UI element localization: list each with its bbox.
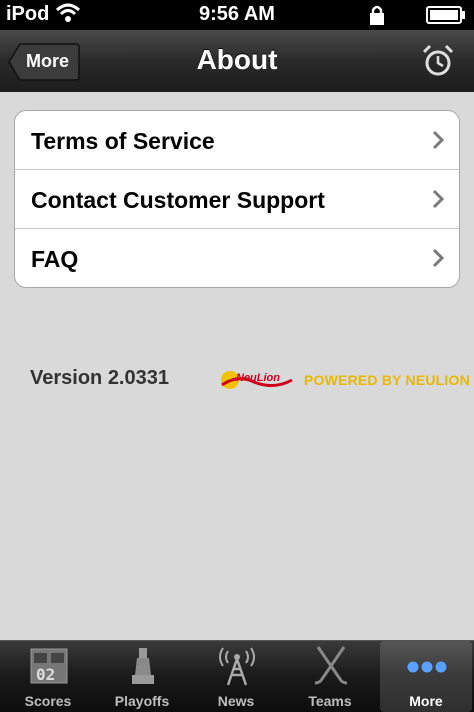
- menu-item-label: FAQ: [31, 246, 79, 272]
- alarm-clock-icon[interactable]: [420, 43, 456, 79]
- tab-label: Teams: [308, 693, 352, 709]
- menu-item-contact-customer-support[interactable]: Contact Customer Support: [15, 170, 459, 229]
- antenna-icon: [219, 647, 255, 686]
- trophy-icon: [132, 648, 154, 684]
- hockey-sticks-icon: [314, 646, 348, 685]
- tab-news[interactable]: News: [190, 641, 282, 712]
- tab-teams[interactable]: Teams: [284, 641, 376, 712]
- menu-item-faq[interactable]: FAQ: [15, 229, 459, 287]
- menu-item-terms-of-service[interactable]: Terms of Service: [15, 111, 459, 170]
- chevron-right-icon: [432, 248, 445, 268]
- page-title: About: [196, 44, 278, 75]
- tab-label: Playoffs: [114, 693, 170, 709]
- about-menu-list: Terms of Service Contact Customer Suppor…: [14, 110, 460, 288]
- chevron-right-icon: [432, 130, 445, 150]
- battery-icon: [426, 6, 465, 24]
- lock-icon: [370, 5, 384, 25]
- tab-bar: 02 Scores Playoffs News Teams More: [0, 640, 474, 712]
- menu-item-label: Contact Customer Support: [31, 187, 325, 213]
- clock: 9:56 AM: [199, 3, 275, 25]
- tab-label: News: [217, 693, 255, 709]
- powered-by-label: POWERED BY NEULION: [304, 372, 470, 388]
- more-dots-icon: [407, 661, 447, 673]
- tab-more[interactable]: More: [380, 641, 472, 712]
- status-bar: iPod 9:56 AM: [0, 0, 474, 30]
- svg-text:NeuLion: NeuLion: [236, 372, 280, 384]
- svg-text:02: 02: [36, 665, 55, 684]
- chevron-right-icon: [432, 189, 445, 209]
- tab-label: Scores: [24, 693, 72, 709]
- menu-item-label: Terms of Service: [31, 128, 215, 154]
- tab-label: More: [409, 693, 443, 709]
- version-label: Version 2.0331: [30, 367, 169, 389]
- neulion-logo: NeuLion: [221, 371, 293, 389]
- content-area: Terms of Service Contact Customer Suppor…: [0, 92, 474, 640]
- tab-playoffs[interactable]: Playoffs: [96, 641, 188, 712]
- navigation-bar: More About: [0, 30, 474, 93]
- tab-scores[interactable]: 02 Scores: [2, 641, 94, 712]
- scoreboard-icon: 02: [30, 648, 68, 684]
